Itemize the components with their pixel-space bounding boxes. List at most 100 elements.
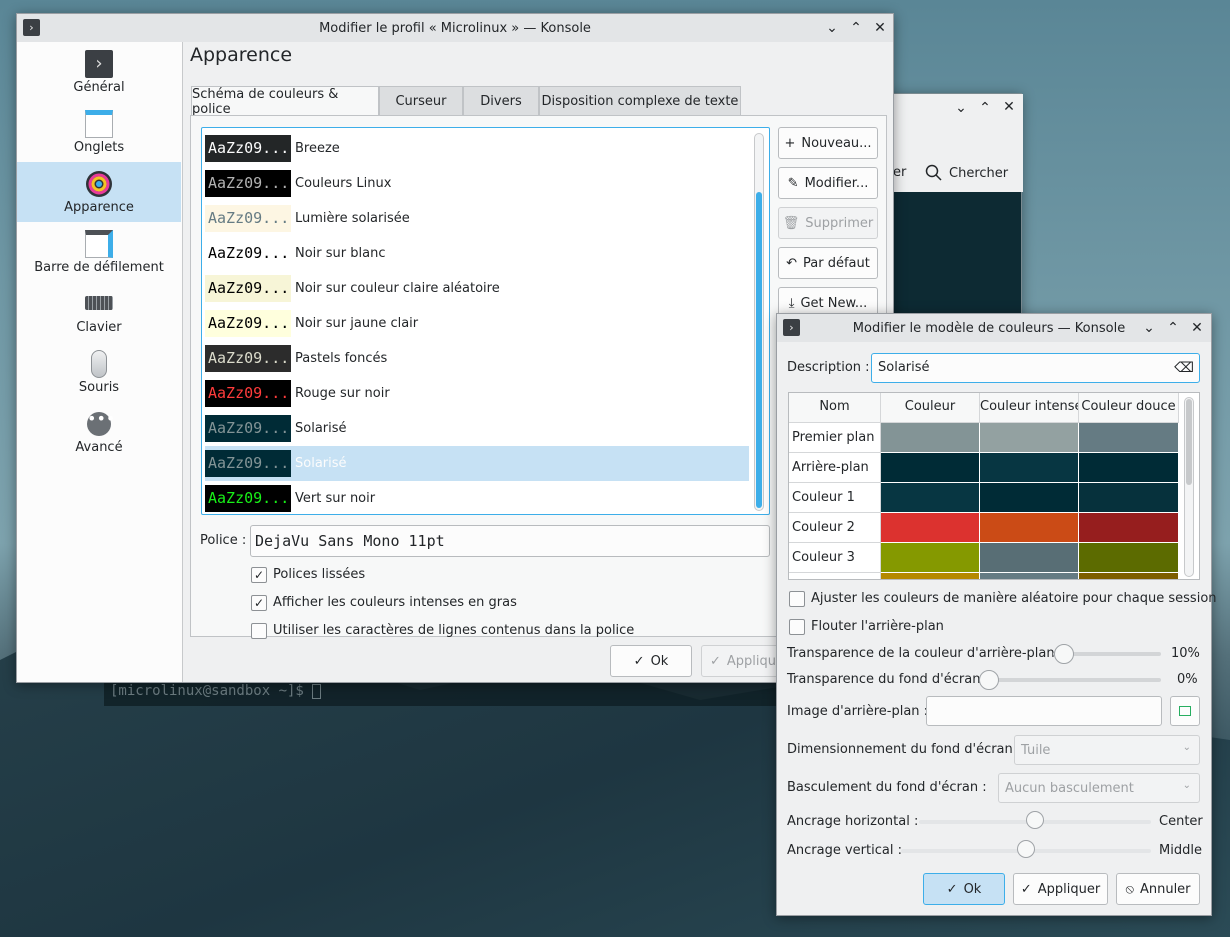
ok-button[interactable]: ✓ Ok bbox=[923, 873, 1005, 905]
color-swatch[interactable] bbox=[1079, 543, 1179, 573]
smooth-fonts-label: Polices lissées bbox=[273, 567, 366, 582]
sidebar-item-keyboard[interactable]: Clavier bbox=[17, 282, 181, 342]
minimize-icon[interactable]: ⌄ bbox=[1139, 318, 1159, 338]
close-icon[interactable]: ✕ bbox=[1187, 318, 1207, 338]
color-swatch[interactable] bbox=[980, 453, 1079, 483]
color-swatch[interactable] bbox=[1079, 423, 1179, 453]
remove-scheme-button[interactable]: 🗑 Supprimer bbox=[778, 207, 878, 239]
scheme-list-item[interactable]: AaZz09... Rouge sur noir bbox=[205, 376, 749, 411]
sizing-select[interactable]: Tuile ⌄ bbox=[1014, 735, 1200, 765]
scheme-list-item[interactable]: AaZz09... Noir sur couleur claire aléatoi… bbox=[205, 271, 749, 306]
image-path-field[interactable] bbox=[926, 696, 1162, 726]
ok-button[interactable]: ✓ Ok bbox=[610, 645, 692, 677]
scheme-list-item[interactable]: AaZz09... Breeze bbox=[205, 131, 749, 166]
scheme-list-item[interactable]: AaZz09... Noir sur jaune clair bbox=[205, 306, 749, 341]
smooth-fonts-checkbox[interactable]: ✓ bbox=[251, 567, 267, 583]
scheme-list-item[interactable]: AaZz09... Vert sur noir bbox=[205, 481, 749, 514]
description-field[interactable]: Solarisé ⌫ bbox=[871, 353, 1200, 383]
column-header-faint[interactable]: Couleur douce bbox=[1079, 393, 1179, 423]
wallpaper-transparency-handle[interactable] bbox=[979, 670, 999, 690]
scrollbar-thumb[interactable] bbox=[756, 192, 762, 508]
profile-dialog[interactable]: › Modifier le profil « Microlinux » — Ko… bbox=[16, 13, 894, 683]
maximize-icon[interactable]: ⌃ bbox=[1163, 318, 1183, 338]
tab-misc[interactable]: Divers bbox=[463, 86, 539, 116]
color-table[interactable]: Nom Couleur Couleur intense Couleur douc… bbox=[788, 392, 1200, 580]
color-swatch[interactable] bbox=[1079, 573, 1179, 579]
sidebar-item-scrollbar[interactable]: Barre de défilement bbox=[17, 222, 181, 282]
terminal-icon: › bbox=[85, 50, 113, 78]
search-button[interactable]: Chercher bbox=[925, 158, 1017, 188]
sidebar-item-label: Clavier bbox=[76, 320, 122, 335]
scheme-list-item[interactable]: AaZz09... Solarisé bbox=[205, 446, 749, 481]
choose-image-button[interactable] bbox=[1170, 696, 1200, 726]
scheme-list-scrollbar[interactable] bbox=[754, 133, 764, 511]
color-swatch[interactable] bbox=[1079, 513, 1179, 543]
color-swatch[interactable] bbox=[881, 543, 980, 573]
cancel-button[interactable]: ⦸ Annuler bbox=[1116, 873, 1200, 905]
scrollbar-thumb[interactable] bbox=[1186, 399, 1192, 485]
scheme-list-item[interactable]: AaZz09... Lumière solarisée bbox=[205, 201, 749, 236]
chevron-down-icon: ⌄ bbox=[1182, 780, 1191, 791]
scheme-list-item[interactable]: AaZz09... Couleurs Linux bbox=[205, 166, 749, 201]
apply-button[interactable]: ✓ Appliquer bbox=[1013, 873, 1108, 905]
scheme-name: Couleurs Linux bbox=[295, 176, 392, 191]
edit-scheme-button[interactable]: ✎ Modifier... bbox=[778, 167, 878, 199]
column-header-intense[interactable]: Couleur intense bbox=[980, 393, 1079, 423]
font-field[interactable]: DejaVu Sans Mono 11pt bbox=[250, 525, 770, 557]
h-anchor-handle[interactable] bbox=[1026, 811, 1044, 829]
scheme-list-item[interactable]: AaZz09... Noir sur blanc bbox=[205, 236, 749, 271]
tab-color-scheme[interactable]: Schéma de couleurs & police bbox=[191, 86, 379, 117]
scheme-name: Noir sur blanc bbox=[295, 246, 386, 261]
new-scheme-button[interactable]: + Nouveau... bbox=[778, 127, 878, 159]
close-icon[interactable]: ✕ bbox=[870, 18, 890, 38]
blur-checkbox[interactable] bbox=[789, 619, 805, 635]
color-swatch[interactable] bbox=[980, 543, 1079, 573]
sidebar-item-general[interactable]: › Général bbox=[17, 42, 181, 102]
column-header-name[interactable]: Nom bbox=[789, 393, 881, 423]
minimize-icon[interactable]: ⌄ bbox=[822, 18, 842, 38]
default-scheme-button[interactable]: ↶ Par défaut bbox=[778, 247, 878, 279]
color-swatch[interactable] bbox=[881, 423, 980, 453]
color-swatch[interactable] bbox=[1079, 483, 1179, 513]
color-swatch[interactable] bbox=[881, 513, 980, 543]
sidebar-item-mouse[interactable]: Souris bbox=[17, 342, 181, 402]
color-swatch[interactable] bbox=[980, 423, 1079, 453]
sizing-value: Tuile bbox=[1021, 742, 1051, 758]
tab-cursor[interactable]: Curseur bbox=[379, 86, 463, 116]
scheme-list[interactable]: AaZz09... Breeze AaZz09... Couleurs Linux Aa… bbox=[201, 127, 770, 515]
maximize-icon[interactable]: ⌃ bbox=[846, 18, 866, 38]
color-swatch[interactable] bbox=[980, 483, 1079, 513]
color-swatch[interactable] bbox=[881, 573, 980, 579]
h-anchor-value: Center bbox=[1159, 814, 1203, 829]
bold-intense-checkbox[interactable]: ✓ bbox=[251, 595, 267, 611]
sidebar-item-label: Barre de défilement bbox=[34, 260, 164, 275]
scheme-list-item[interactable]: AaZz09... Solarisé bbox=[205, 411, 749, 446]
color-swatch[interactable] bbox=[980, 573, 1079, 579]
sidebar-item-tabs[interactable]: Onglets bbox=[17, 102, 181, 162]
tab-complex-text[interactable]: Disposition complexe de texte bbox=[539, 86, 741, 116]
color-swatch[interactable] bbox=[881, 453, 980, 483]
color-swatch[interactable] bbox=[881, 483, 980, 513]
color-scheme-dialog[interactable]: › Modifier le modèle de couleurs — Konso… bbox=[776, 313, 1217, 916]
scheme-name: Noir sur jaune clair bbox=[295, 316, 419, 331]
sidebar-item-appearance[interactable]: Apparence bbox=[17, 162, 181, 222]
color-swatch[interactable] bbox=[1079, 453, 1179, 483]
flip-select[interactable]: Aucun basculement ⌄ bbox=[998, 773, 1200, 803]
profile-titlebar[interactable]: › Modifier le profil « Microlinux » — Ko… bbox=[17, 14, 893, 42]
line-chars-checkbox[interactable] bbox=[251, 623, 267, 639]
bg-transparency-handle[interactable] bbox=[1053, 644, 1074, 664]
color-table-scrollbar[interactable] bbox=[1184, 397, 1194, 577]
randomize-checkbox[interactable] bbox=[789, 591, 805, 607]
chevron-down-icon: ⌄ bbox=[1182, 742, 1191, 753]
column-header-color[interactable]: Couleur bbox=[881, 393, 980, 423]
maximize-icon[interactable]: ⌃ bbox=[975, 98, 995, 118]
close-icon[interactable]: ✕ bbox=[999, 97, 1019, 117]
color-swatch[interactable] bbox=[980, 513, 1079, 543]
sidebar-item-advanced[interactable]: ••• Avancé bbox=[17, 402, 181, 462]
v-anchor-handle[interactable] bbox=[1017, 840, 1035, 858]
scheme-list-item[interactable]: AaZz09... Pastels foncés bbox=[205, 341, 749, 376]
wallpaper-transparency-slider[interactable] bbox=[981, 678, 1161, 682]
color-titlebar[interactable]: › Modifier le modèle de couleurs — Konso… bbox=[777, 314, 1211, 342]
minimize-icon[interactable]: ⌄ bbox=[951, 98, 971, 118]
clear-icon[interactable]: ⌫ bbox=[1174, 354, 1194, 382]
